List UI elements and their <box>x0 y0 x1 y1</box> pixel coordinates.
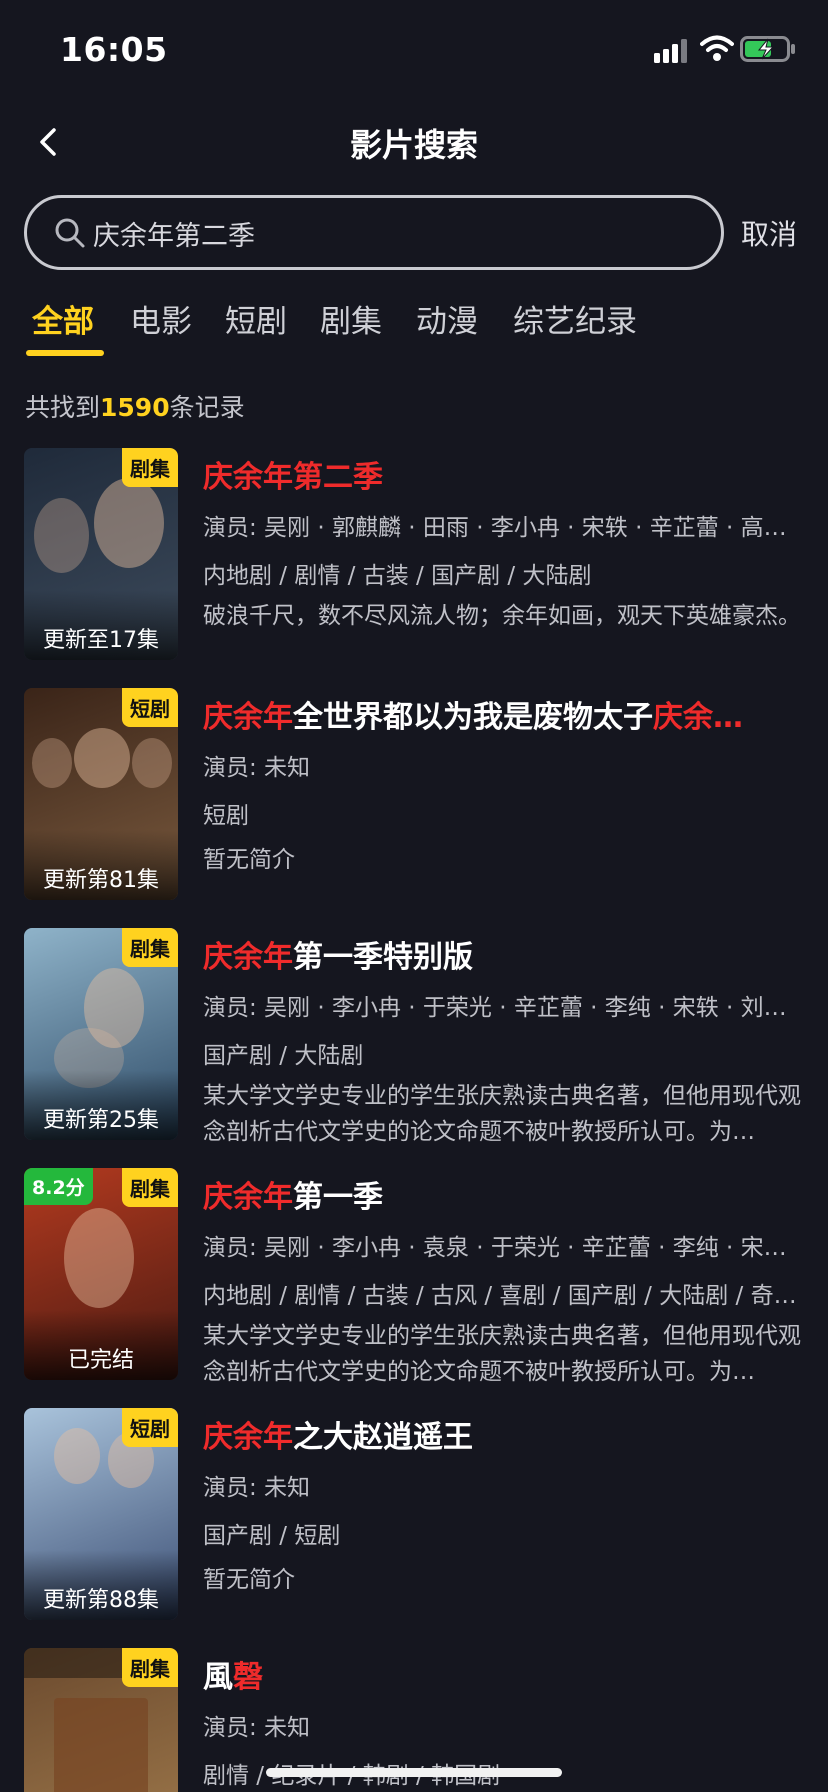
poster-image[interactable]: 8.2分 剧集 已完结 <box>24 1168 178 1380</box>
title-text: 第一季 <box>293 1180 383 1215</box>
wifi-icon <box>700 35 734 61</box>
result-count-number: 1590 <box>100 393 170 422</box>
cast-line: 演员: 吴刚 · 郭麒麟 · 田雨 · 李小冉 · 宋轶 · 辛芷蕾 · 高… <box>203 515 787 541</box>
cellular-signal-icon <box>654 39 687 63</box>
genre-line: 内地剧 / 剧情 / 古装 / 国产剧 / 大陆剧 <box>203 563 592 589</box>
result-item[interactable]: 剧集 更新第25集 庆余年第一季特别版 演员: 吴刚 · 李小冉 · 于荣光 ·… <box>0 928 828 1154</box>
cast-line: 演员: 未知 <box>203 1475 311 1501</box>
genre-line: 国产剧 / 短剧 <box>203 1523 341 1549</box>
title-highlight: 磬 <box>233 1660 263 1695</box>
result-title[interactable]: 風磬 <box>203 1652 803 1696</box>
result-title[interactable]: 庆余年第一季 <box>203 1172 803 1216</box>
poster-image[interactable]: 短剧 更新第81集 <box>24 688 178 900</box>
synopsis: 暂无简介 <box>203 847 295 873</box>
result-item[interactable]: 剧集 更新至17集 庆余年第二季 演员: 吴刚 · 郭麒麟 · 田雨 · 李小冉… <box>0 448 828 674</box>
title-highlight: 庆余年 <box>203 1180 293 1215</box>
episode-status: 更新第88集 <box>43 1588 159 1613</box>
title-text: 之大赵逍遥王 <box>293 1420 473 1455</box>
title-text: 風 <box>203 1660 233 1695</box>
tab-series[interactable]: 剧集 <box>320 296 382 341</box>
home-indicator[interactable] <box>266 1768 562 1777</box>
title-highlight: 庆余年 <box>203 1420 293 1455</box>
synopsis: 暂无简介 <box>203 1567 295 1593</box>
episode-status: 已完结 <box>67 1348 134 1373</box>
tab-variety-documentary[interactable]: 综艺纪录 <box>513 296 637 341</box>
search-icon <box>55 218 85 248</box>
episode-status: 更新至17集 <box>43 628 159 653</box>
genre-line: 短剧 <box>203 803 249 829</box>
synopsis: 某大学文学史专业的学生张庆熟读古典名著，但他用现代观念剖析古代文学史的论文命题不… <box>203 1083 801 1145</box>
title-highlight: 庆余… <box>653 700 743 735</box>
poster-image[interactable]: 短剧 更新第88集 <box>24 1408 178 1620</box>
genre-line: 内地剧 / 剧情 / 古装 / 古风 / 喜剧 / 国产剧 / 大陆剧 / 奇… <box>203 1283 797 1309</box>
cast-line: 演员: 吴刚 · 李小冉 · 袁泉 · 于荣光 · 辛芷蕾 · 李纯 · 宋… <box>203 1235 787 1261</box>
result-title[interactable]: 庆余年第一季特别版 <box>203 932 803 976</box>
result-count-suffix: 条记录 <box>169 393 245 422</box>
category-tabs: 全部 电影 短剧 剧集 动漫 综艺纪录 <box>0 290 828 360</box>
result-item[interactable]: 8.2分 剧集 已完结 庆余年第一季 演员: 吴刚 · 李小冉 · 袁泉 · 于… <box>0 1168 828 1394</box>
page-title: 影片搜索 <box>349 126 478 164</box>
genre-line: 国产剧 / 大陆剧 <box>203 1043 364 1069</box>
result-item[interactable]: 短剧 更新第88集 庆余年之大赵逍遥王 演员: 未知 国产剧 / 短剧 暂无简介 <box>0 1408 828 1634</box>
result-title[interactable]: 庆余年全世界都以为我是废物太子庆余… <box>203 692 803 736</box>
title-text: 第一季特别版 <box>293 940 473 975</box>
status-bar: 16:05 <box>0 0 828 96</box>
active-tab-indicator <box>26 350 104 356</box>
cast-line: 演员: 未知 <box>203 755 311 781</box>
poster-image[interactable]: 剧集 更新第25集 <box>24 928 178 1140</box>
battery-charging-icon <box>740 36 795 62</box>
episode-status: 更新第81集 <box>43 868 159 893</box>
cast-line: 演员: 未知 <box>203 1715 311 1741</box>
header: 影片搜索 <box>0 100 828 184</box>
search-page: 16:05 影片搜索 取消 全部 <box>0 0 828 1792</box>
result-title[interactable]: 庆余年第二季 <box>203 452 803 496</box>
type-badge: 剧集 <box>122 928 178 967</box>
status-time: 16:05 <box>60 30 168 69</box>
title-text: 全世界都以为我是废物太子 <box>293 700 653 735</box>
search-box[interactable] <box>24 195 724 270</box>
search-input[interactable] <box>93 208 683 258</box>
cast-line: 演员: 吴刚 · 李小冉 · 于荣光 · 辛芷蕾 · 李纯 · 宋轶 · 刘… <box>203 995 787 1021</box>
title-highlight: 庆余年 <box>203 940 293 975</box>
type-badge: 剧集 <box>122 1648 178 1687</box>
rating-badge: 8.2分 <box>24 1168 93 1205</box>
type-badge: 短剧 <box>122 1408 178 1447</box>
type-badge: 短剧 <box>122 688 178 727</box>
title-highlight: 庆余年第二季 <box>203 460 383 495</box>
result-item[interactable]: 短剧 更新第81集 庆余年全世界都以为我是废物太子庆余… 演员: 未知 短剧 暂… <box>0 688 828 914</box>
tab-short-drama[interactable]: 短剧 <box>225 296 287 341</box>
result-count: 共找到1590条记录 <box>25 388 245 424</box>
title-highlight: 庆余年 <box>203 700 293 735</box>
episode-status: 更新第25集 <box>43 1108 159 1133</box>
synopsis: 破浪千尺，数不尽风流人物；余年如画，观天下英雄豪杰。 <box>203 603 801 629</box>
tab-anime[interactable]: 动漫 <box>416 296 478 341</box>
synopsis: 某大学文学史专业的学生张庆熟读古典名著，但他用现代观念剖析古代文学史的论文命题不… <box>203 1323 801 1385</box>
type-badge: 剧集 <box>122 448 178 487</box>
tab-movies[interactable]: 电影 <box>130 296 192 341</box>
result-count-prefix: 共找到 <box>25 393 101 422</box>
type-badge: 剧集 <box>122 1168 178 1207</box>
result-title[interactable]: 庆余年之大赵逍遥王 <box>203 1412 803 1456</box>
poster-image[interactable]: 剧集 <box>24 1648 178 1792</box>
cancel-button[interactable]: 取消 <box>741 213 797 253</box>
poster-image[interactable]: 剧集 更新至17集 <box>24 448 178 660</box>
tab-all[interactable]: 全部 <box>32 296 94 341</box>
